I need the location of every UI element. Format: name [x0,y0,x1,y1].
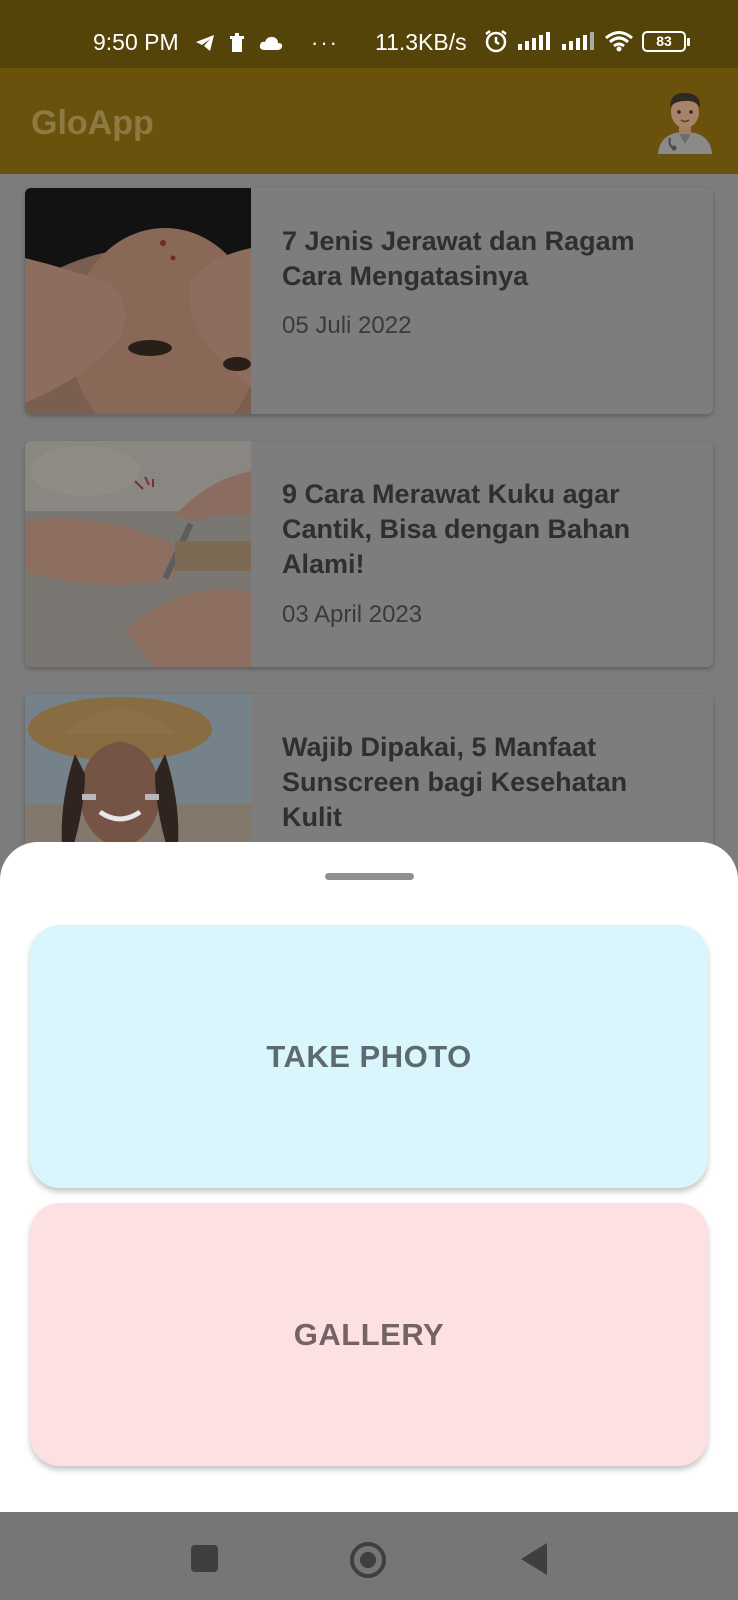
battery-icon: 83 [642,30,690,52]
trash-icon [230,33,244,52]
article-card[interactable]: 7 Jenis Jerawat dan Ragam Cara Mengatasi… [25,188,713,414]
article-thumbnail [25,441,251,667]
image-source-bottom-sheet: TAKE PHOTO GALLERY [0,842,738,1512]
screen: 9:50 PM ··· 11.3KB/s 83 GloApp 7 Jenis J… [0,0,738,1600]
cloud-icon [259,36,283,50]
recents-icon[interactable] [191,1545,218,1572]
take-photo-button[interactable]: TAKE PHOTO [30,925,708,1188]
doctor-profile-icon[interactable] [652,88,718,154]
battery-level: 83 [656,33,672,49]
signal-icon-2 [562,32,594,50]
telegram-icon [196,35,214,51]
article-date: 03 April 2023 [282,601,423,628]
article-thumbnail [25,188,251,414]
article-title: 7 Jenis Jerawat dan Ragam Cara Mengatasi… [282,226,635,291]
status-bar: 9:50 PM ··· 11.3KB/s 83 [0,0,738,68]
more-notifications: ··· [311,30,339,55]
notification-icons: ··· [195,30,339,56]
network-speed: 11.3KB/s [375,29,467,55]
system-icons: 83 [484,29,690,53]
app-title: GloApp [31,104,154,142]
article-date: 05 Juli 2022 [282,312,412,339]
app-bar: GloApp [0,68,738,174]
article-card[interactable]: 9 Cara Merawat Kuku agar Cantik, Bisa de… [25,441,713,667]
wifi-icon [605,31,633,52]
article-title: Wajib Dipakai, 5 Manfaat Sunscreen bagi … [282,732,628,832]
alarm-icon [485,30,507,53]
drag-handle[interactable] [325,873,414,880]
article-title: 9 Cara Merawat Kuku agar Cantik, Bisa de… [282,479,631,579]
home-icon[interactable] [350,1542,386,1578]
back-icon[interactable] [521,1543,547,1575]
gallery-button[interactable]: GALLERY [30,1203,708,1466]
signal-icon [518,32,550,50]
navigation-bar [0,1512,738,1600]
status-time: 9:50 PM [93,29,179,55]
